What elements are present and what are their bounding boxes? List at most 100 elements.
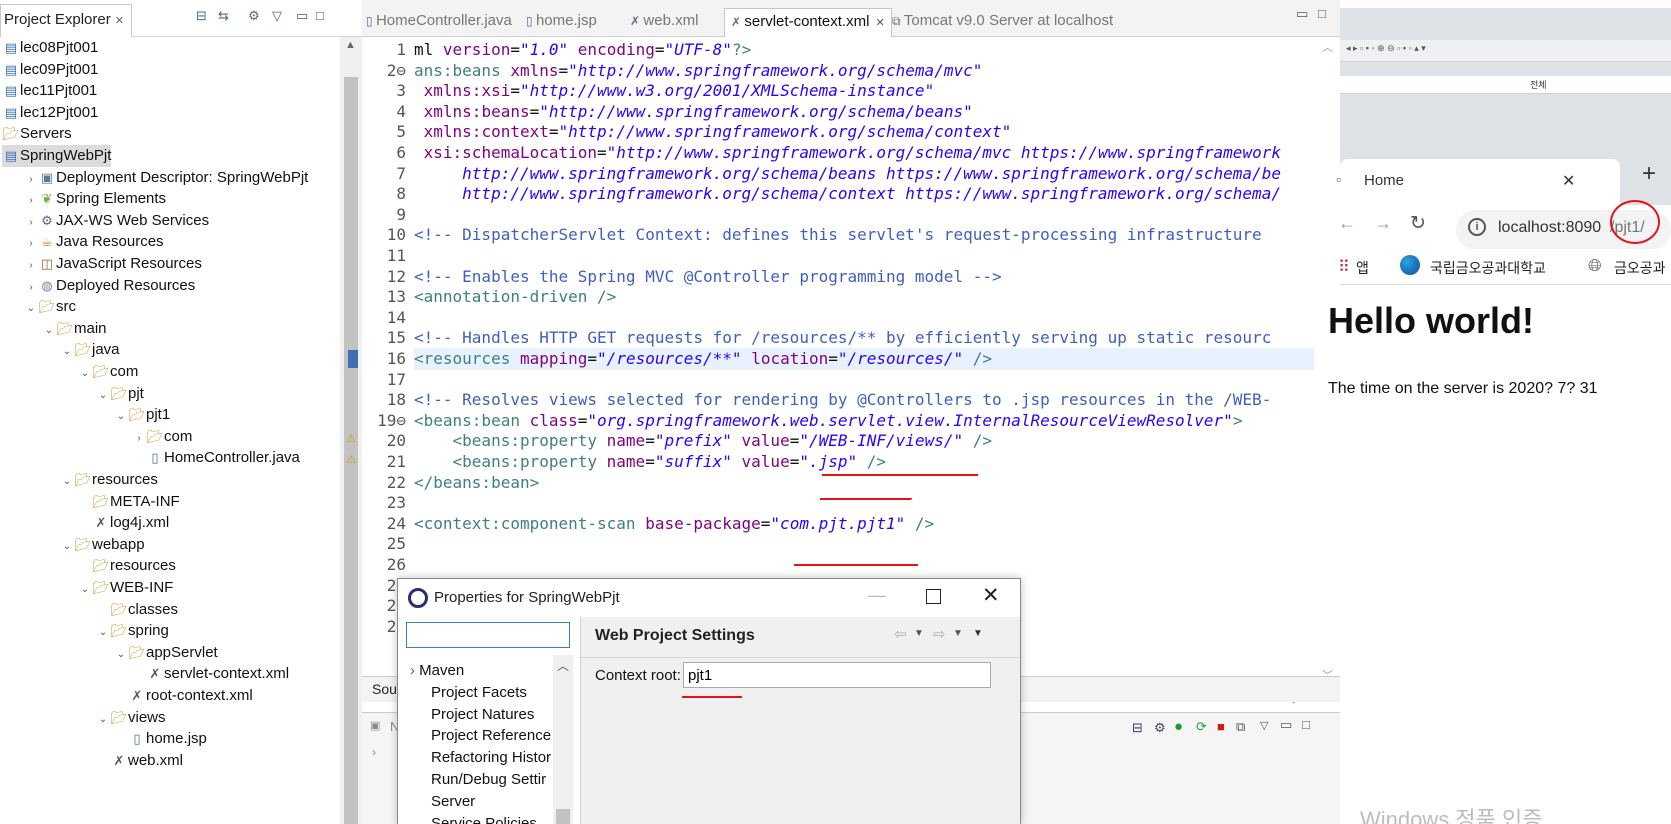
forward-icon[interactable]: → — [1374, 213, 1392, 234]
tree-item[interactable]: ✗ root-context.xml — [114, 685, 253, 707]
editor-tab[interactable]: ▯ HomeController.java — [366, 8, 512, 37]
tree-item[interactable]: ▤ lec08Pjt001 — [2, 37, 99, 59]
minimize-icon[interactable]: ▭ — [1280, 717, 1292, 733]
code-line[interactable]: <beans:property name="suffix" value=".js… — [414, 451, 887, 473]
maximize-icon[interactable] — [926, 589, 941, 604]
code-line[interactable]: xmlns:context="http://www.springframewor… — [414, 121, 1012, 143]
code-line[interactable]: ml version="1.0" encoding="UTF-8"?> — [414, 39, 751, 61]
tree-item[interactable]: 📂︎classes — [96, 599, 178, 621]
project-explorer-tab[interactable]: Project Explorer ✕ — [0, 4, 132, 37]
info-icon[interactable]: i — [1468, 218, 1486, 236]
view-menu-icon[interactable]: ▽ — [1260, 719, 1268, 732]
tree-item[interactable]: › ▣ Deployment Descriptor: SpringWebPjt — [24, 167, 308, 189]
tab-close-icon[interactable]: ✕ — [1562, 171, 1575, 191]
minimize-icon[interactable]: ▭ — [296, 8, 308, 24]
chevron-down-icon[interactable]: ⌄ — [24, 298, 38, 320]
editor-tab[interactable]: ⧉ Tomcat v9.0 Server at localhost — [892, 8, 1113, 37]
collapse-all-icon[interactable]: ⊟ — [196, 8, 207, 24]
tree-item[interactable]: ✗ web.xml — [96, 750, 183, 772]
forward-nav-icon[interactable]: ⇨ — [933, 625, 946, 643]
tree-item[interactable]: ⌄ 📂︎pjt1 — [114, 404, 170, 426]
nav-scrollbar[interactable]: ︿ — [553, 655, 573, 824]
scroll-up-icon[interactable]: ▲ — [345, 39, 356, 51]
nav-item[interactable]: Project Reference — [431, 724, 551, 747]
nav-item[interactable]: › Maven — [410, 659, 464, 682]
tree-item[interactable]: › ⚙ JAX-WS Web Services — [24, 210, 209, 232]
new-tab-icon[interactable]: + — [1642, 160, 1656, 188]
scrollbar-thumb[interactable] — [344, 77, 358, 824]
chevron-down-icon[interactable]: ⌄ — [96, 385, 110, 407]
tree-item[interactable]: ▯ home.jsp — [114, 728, 206, 750]
editor-tab[interactable]: ▯ home.jsp — [526, 8, 597, 37]
tree-item[interactable]: ⌄ 📂︎pjt — [96, 383, 144, 405]
editor-vertical-scrollbar[interactable]: ︿ ﹀ — [1314, 37, 1340, 697]
editor-tab[interactable]: ✗ servlet-context.xml ✕ — [724, 8, 892, 37]
code-line[interactable]: ans:beans xmlns="http://www.springframew… — [414, 60, 982, 82]
code-line[interactable]: <resources mapping="/resources/**" locat… — [414, 348, 1314, 370]
nav-item[interactable]: Service Policies — [431, 812, 537, 824]
chevron-down-icon[interactable]: ⌄ — [114, 406, 128, 428]
chevron-down-icon[interactable]: ⌄ — [78, 579, 92, 601]
expand-icon[interactable]: › — [372, 745, 376, 759]
editor-maximize-icon[interactable]: □ — [1318, 6, 1326, 21]
close-icon[interactable]: ✕ — [875, 17, 884, 29]
code-line[interactable]: <annotation-driven /> — [414, 286, 616, 308]
tree-item[interactable]: ▤ lec09Pjt001 — [2, 59, 99, 81]
code-line[interactable]: <!-- Resolves views selected for renderi… — [414, 389, 1271, 411]
reload-icon[interactable]: ↻ — [1410, 212, 1426, 235]
browser-tab-home[interactable]: ▫ Home ✕ — [1336, 159, 1620, 205]
close-icon[interactable]: ✕ — [115, 15, 124, 27]
close-icon[interactable]: ✕ — [982, 583, 1000, 608]
chevron-down-icon[interactable]: ⌄ — [96, 622, 110, 644]
source-tab[interactable]: Sou — [372, 681, 397, 697]
tree-item[interactable]: ▯ HomeController.java — [132, 447, 299, 469]
tree-item[interactable]: ⌄ 📂︎java — [60, 339, 120, 361]
back-nav-icon[interactable]: ⇦ — [894, 625, 907, 643]
chevron-down-icon[interactable]: ⌄ — [96, 709, 110, 731]
tree-item[interactable]: ⌄ 📂︎com — [78, 361, 139, 385]
tree-item[interactable]: ⌄ 📂︎WEB-INF — [78, 577, 174, 601]
back-icon[interactable]: ← — [1338, 213, 1356, 234]
editor-tab[interactable]: ✗ web.xml — [630, 8, 698, 37]
start-server-icon[interactable]: ● — [1174, 718, 1183, 735]
tree-item[interactable]: › ❦ Spring Elements — [24, 188, 166, 210]
chevron-down-icon[interactable]: ⌄ — [42, 320, 56, 342]
view-menu-icon[interactable]: ▽ — [272, 8, 282, 24]
code-line[interactable]: <!-- Handles HTTP GET requests for /reso… — [414, 327, 1271, 349]
tree-item[interactable]: ⌄ 📂︎resources — [60, 469, 158, 491]
code-line[interactable]: <context:component-scan base-package="co… — [414, 513, 934, 535]
nav-item[interactable]: Server — [431, 790, 475, 813]
publish-icon[interactable]: ⧉ — [1236, 719, 1245, 735]
bookmark-kumoh-2[interactable]: 금오공과 — [1614, 258, 1666, 278]
tree-item[interactable]: › ◫ JavaScript Resources — [24, 253, 202, 275]
tree-item[interactable]: ▤ lec11Pjt001 — [2, 80, 97, 102]
chevron-right-icon[interactable]: › — [410, 662, 419, 679]
code-line[interactable]: http://www.springframework.org/schema/be… — [414, 163, 1281, 185]
tree-item[interactable]: ⌄ 📂︎views — [96, 707, 166, 729]
code-line[interactable]: <!-- DispatcherServlet Context: defines … — [414, 224, 1262, 246]
tree-item[interactable]: ▤ lec12Pjt001 — [2, 102, 99, 124]
code-line[interactable]: http://www.springframework.org/schema/co… — [414, 183, 1281, 205]
code-line[interactable]: xmlns:beans="http://www.springframework.… — [414, 101, 973, 123]
scroll-up-icon[interactable]: ︿ — [1322, 39, 1333, 55]
tree-item[interactable]: ✗ log4j.xml — [78, 512, 170, 534]
chevron-down-icon[interactable]: ⌄ — [78, 363, 92, 385]
chevron-down-icon[interactable]: ▼ — [953, 628, 963, 639]
view-menu-icon[interactable]: ▼ — [973, 628, 983, 639]
context-root-input[interactable] — [683, 662, 991, 688]
chevron-down-icon[interactable]: ⌄ — [60, 341, 74, 363]
bookmark-apps[interactable]: 앱 — [1356, 258, 1369, 278]
code-line[interactable]: xsi:schemaLocation="http://www.springfra… — [414, 142, 1281, 164]
scroll-up-icon[interactable]: ︿ — [557, 657, 569, 674]
code-line[interactable]: <!-- Enables the Spring MVC @Controller … — [414, 266, 1002, 288]
tree-item[interactable]: 📂︎Servers — [2, 123, 72, 145]
tree-item[interactable]: › ◍ Deployed Resources — [24, 275, 195, 297]
tree-item[interactable]: ⌄ 📂︎spring — [96, 620, 169, 642]
project-tree-scrollbar[interactable]: ▲ — [340, 37, 362, 824]
nav-item[interactable]: Project Natures — [431, 703, 534, 726]
code-line[interactable]: <beans:bean class="org.springframework.w… — [414, 410, 1242, 432]
chevron-down-icon[interactable]: ⌄ — [60, 471, 74, 493]
code-line[interactable]: xmlns:xsi="http://www.w3.org/2001/XMLSch… — [414, 80, 935, 102]
tree-item[interactable]: ⌄ 📂︎webapp — [60, 534, 145, 556]
tree-item[interactable]: ⌄ 📂︎main — [42, 318, 107, 340]
